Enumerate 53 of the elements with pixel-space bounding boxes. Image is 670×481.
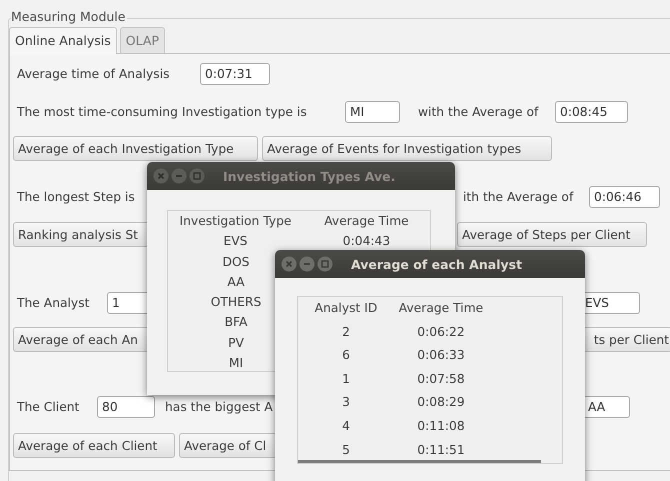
column-header: Average Time — [323, 213, 410, 230]
field-label: has the biggest A — [165, 399, 273, 416]
table-cell-text: 3 — [342, 394, 350, 412]
input-field[interactable]: 80 — [97, 396, 155, 418]
table-cell-text: 0:06:33 — [417, 347, 465, 364]
field-label: with the Average of — [418, 104, 538, 121]
column-header: Analyst ID — [314, 300, 378, 317]
input-field[interactable]: AA — [583, 396, 630, 418]
table-cell-text: 2 — [342, 324, 350, 341]
field-label: The Client — [17, 399, 80, 416]
table-cell-text: PV — [228, 334, 244, 352]
maximize-icon[interactable] — [317, 256, 333, 272]
table-cell-text: OTHERS — [210, 294, 262, 312]
field-label: The most time-consuming Investigation type is — [17, 104, 307, 121]
table-cell-text: 0:04:43 — [342, 233, 390, 250]
maximize-icon[interactable] — [189, 168, 205, 184]
scrollbar[interactable] — [298, 460, 541, 463]
field-label: ith the Average of — [463, 189, 574, 206]
input-field[interactable]: MI — [345, 101, 400, 123]
input-field[interactable]: 0:08:45 — [555, 101, 628, 123]
window-title: Investigation Types Ave. — [223, 168, 396, 184]
table-cell-text: BFA — [224, 314, 248, 332]
table-cell-text: AA — [227, 274, 245, 291]
action-button[interactable]: Average of Events for Investigation types — [262, 136, 552, 161]
table-cell-text: 0:11:08 — [417, 418, 465, 435]
table-cell-text: 0:06:22 — [417, 324, 465, 341]
action-button[interactable]: Average of each Client — [13, 433, 175, 458]
field-label: The longest Step is — [17, 189, 135, 206]
table-cell-text: 6 — [342, 347, 350, 364]
close-icon[interactable] — [153, 168, 169, 184]
field-label: The Analyst — [17, 295, 90, 312]
tab[interactable]: Online Analysis — [9, 27, 117, 54]
column-header: Average Time — [398, 300, 484, 317]
table-cell-text: DOS — [222, 254, 250, 271]
action-button[interactable]: ts per Client — [582, 327, 670, 352]
table-cell-text: 0:07:58 — [417, 370, 465, 388]
table-cell-text: MI — [228, 355, 244, 372]
field-label: Average time of Analysis — [17, 66, 170, 83]
input-field[interactable]: 0:07:31 — [200, 63, 270, 85]
table-cell-text: 0:11:51 — [417, 442, 465, 459]
group-title: Measuring Module — [11, 9, 128, 24]
table-cell-text: 0:08:29 — [417, 394, 465, 412]
minimize-icon[interactable] — [171, 168, 187, 184]
action-button[interactable]: Average of Steps per Client — [457, 222, 647, 247]
table-cell-text: 4 — [342, 418, 350, 435]
input-field[interactable]: 0:06:46 — [589, 186, 660, 208]
table-cell-text: 1 — [342, 370, 350, 388]
table-cell-text: EVS — [223, 233, 248, 250]
close-icon[interactable] — [281, 256, 297, 272]
minimize-icon[interactable] — [299, 256, 315, 272]
window-title: Average of each Analyst — [351, 256, 522, 272]
action-button[interactable]: Average of each Investigation Type — [13, 136, 258, 161]
table-cell-text: 5 — [342, 442, 350, 459]
